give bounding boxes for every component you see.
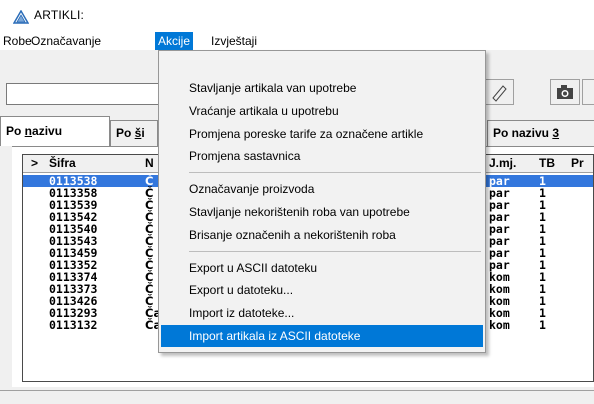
- menu-item[interactable]: Stavljanje nekorištenih roba van upotreb…: [161, 201, 483, 223]
- menu-separator: [189, 250, 481, 252]
- status-bar: [0, 390, 594, 404]
- extra-tool-button[interactable]: [582, 79, 594, 105]
- cell-tb: 1: [539, 318, 546, 332]
- akcije-dropdown-menu: Stavljanje artikala van upotrebe Vraćanje…: [158, 50, 486, 353]
- menu-item[interactable]: Promjena poreske tarife za označene arti…: [161, 123, 483, 145]
- menu-item[interactable]: Import iz datoteke...: [161, 302, 483, 324]
- tab-po-sifri[interactable]: Po ši: [110, 120, 158, 146]
- edit-tool-button[interactable]: [484, 79, 514, 105]
- camera-icon: [557, 85, 573, 99]
- window-title: ARTIKLI:: [34, 8, 85, 22]
- window-titlebar: ARTIKLI:: [0, 0, 594, 32]
- menu-item[interactable]: Označavanje proizvoda: [161, 178, 483, 200]
- search-input[interactable]: [6, 83, 162, 105]
- menu-separator: [189, 172, 481, 174]
- camera-button[interactable]: [550, 79, 580, 105]
- tab-po-nazivu-3[interactable]: Po nazivu 3: [487, 120, 594, 146]
- pencil-icon: [492, 85, 507, 102]
- cell-jmj: kom: [489, 318, 510, 332]
- menu-bar: Robe Označavanje Akcije Izvještaji: [0, 32, 594, 51]
- menu-izvjestaji[interactable]: Izvještaji: [208, 32, 260, 50]
- menu-oznacavanje[interactable]: Označavanje: [28, 32, 104, 50]
- header-pr[interactable]: Pr: [571, 156, 584, 170]
- menu-item[interactable]: Brisanje označenih a nekorištenih roba: [161, 224, 483, 246]
- menu-item[interactable]: Import artikala iz ASCII datoteke: [161, 325, 483, 347]
- menu-akcije[interactable]: Akcije: [155, 32, 194, 50]
- menu-item[interactable]: Export u ASCII datoteku: [161, 257, 483, 279]
- header-row-marker: >: [31, 156, 39, 170]
- cell-sifra: 0113132: [49, 318, 98, 332]
- tab-po-nazivu[interactable]: Po nazivu: [0, 116, 110, 146]
- app-triangle-icon: [13, 10, 29, 24]
- menu-item[interactable]: Export u datoteku...: [161, 279, 483, 301]
- menu-item[interactable]: Stavljanje artikala van upotrebe: [161, 77, 483, 99]
- menu-item[interactable]: Promjena sastavnica: [161, 145, 483, 167]
- header-jmj[interactable]: J.mj.: [489, 156, 516, 170]
- header-tb[interactable]: TB: [539, 156, 555, 170]
- menu-item[interactable]: Vraćanje artikala u upotrebu: [161, 100, 483, 122]
- header-sifra[interactable]: Šifra: [49, 156, 76, 170]
- header-naziv[interactable]: N: [145, 156, 154, 170]
